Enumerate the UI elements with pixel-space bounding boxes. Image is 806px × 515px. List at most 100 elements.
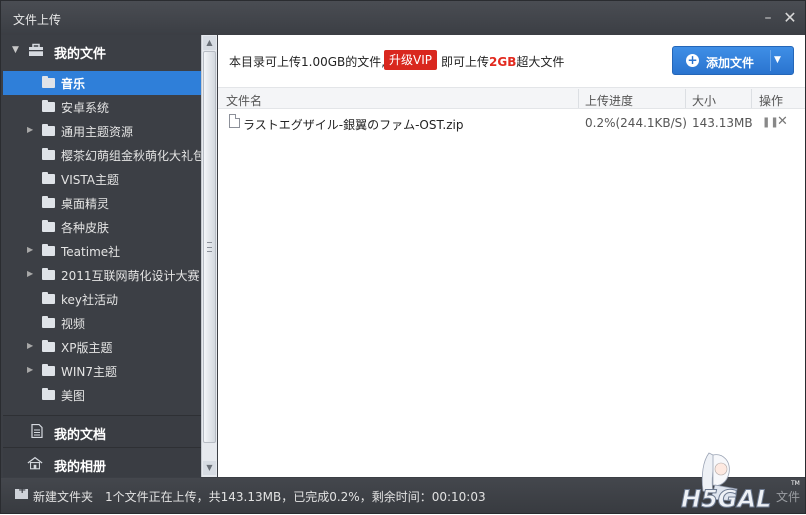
add-file-button[interactable]: + 添加文件 ▼ [672,46,794,75]
folder-icon [42,172,55,184]
folder-label: WIN7主题 [61,365,118,379]
section-my-photos-label: 我的相册 [54,460,107,475]
vip-promo-text: 即可上传2GB超大文件 [441,53,564,70]
folder-item[interactable]: 美图 [3,383,201,407]
plus-circle-icon: + [686,53,699,67]
column-filename[interactable]: 文件名 [226,92,262,109]
button-divider [770,50,771,71]
folder-label: 桌面精灵 [61,197,110,211]
new-folder-button[interactable]: 新建文件夹 [33,488,93,505]
scrollbar-thumb[interactable] [203,51,216,443]
folder-label: 安卓系统 [61,101,110,115]
section-my-docs[interactable]: 我的文档 [3,415,201,447]
sidebar-scrollbar[interactable]: ▲ ▼ [201,35,217,477]
folder-icon [42,244,55,256]
folder-item[interactable]: VISTA主题 [3,167,201,191]
column-divider[interactable] [578,89,579,108]
column-size[interactable]: 大小 [692,92,716,109]
table-header: 文件名 上传进度 大小 操作 [218,87,805,109]
svg-text:TM: TM [790,480,800,487]
folder-label: 音乐 [61,77,86,91]
expand-arrow-icon[interactable]: ▶ [27,269,33,278]
folder-icon [42,364,55,376]
expand-arrow-icon[interactable]: ▶ [27,245,33,254]
folder-item[interactable]: 桌面精灵 [3,191,201,215]
folder-icon [42,100,55,112]
cancel-upload-icon[interactable]: ✕ [777,114,788,129]
upload-status-text: 1个文件正在上传，共143.13MB，已完成0.2%，剩余时间：00:10:03 [105,490,486,504]
folder-icon [42,316,55,328]
folder-item[interactable]: 安卓系统 [3,95,201,119]
folder-icon [42,76,55,88]
section-my-docs-label: 我的文档 [54,428,107,443]
folder-item[interactable]: ▶ WIN7主题 [3,359,201,383]
folder-item[interactable]: 音乐 [3,71,201,95]
folder-item[interactable]: 樱茶幻萌组金秋萌化大礼包 [3,143,201,167]
scroll-down-arrow-icon[interactable]: ▼ [203,461,216,475]
folder-label: key社活动 [61,293,119,307]
grip-icon [207,242,212,252]
watermark-text: H5GAL [681,485,771,513]
vip-size-highlight: 2GB [489,55,517,69]
folder-icon [42,388,55,400]
folder-item[interactable]: ▶ 通用主题资源 [3,119,201,143]
collapse-caret-icon[interactable]: ▼ [12,45,19,55]
folder-label: 美图 [61,389,86,403]
upgrade-vip-button[interactable]: 升级VIP [384,50,437,70]
folder-item[interactable]: 视频 [3,311,201,335]
folder-label: 各种皮肤 [61,221,110,235]
main-pane: 本目录可上传1.00GB的文件, 升级VIP 即可上传2GB超大文件 + 添加文… [218,35,805,477]
folder-label: XP版主题 [61,341,113,355]
folder-icon [42,124,55,136]
folder-label: 樱茶幻萌组金秋萌化大礼包 [61,149,201,163]
column-progress[interactable]: 上传进度 [585,92,633,109]
folder-item[interactable]: ▶ Teatime社 [3,239,201,263]
file-size: 143.13MB [692,116,753,130]
file-icon [229,114,240,128]
close-button[interactable]: ✕ [781,9,799,27]
folder-icon [42,340,55,352]
briefcase-icon [29,43,43,56]
folder-icon [42,196,55,208]
folder-icon [42,268,55,280]
add-file-label: 添加文件 [706,56,755,70]
folder-icon [42,220,55,232]
sidebar: ▼ 我的文件 音乐安卓系统 ▶ 通用主题资源樱茶幻萌组金秋萌化大礼包 VISTA主题桌… [3,35,201,477]
scroll-up-arrow-icon[interactable]: ▲ [203,36,216,50]
vip-promo-suffix: 超大文件 [516,55,565,69]
h5gal-watermark: H5GAL TM [681,452,800,514]
minimize-button[interactable]: – [759,9,777,27]
folder-label: 通用主题资源 [61,125,134,139]
column-action: 操作 [759,94,784,108]
section-my-files[interactable]: ▼ 我的文件 [3,35,201,67]
title-bar: 文件上传 – ✕ [1,1,805,35]
folder-label: 视频 [61,317,86,331]
section-my-photos[interactable]: 我的相册 [3,447,201,477]
folder-item[interactable]: ▶ 2011互联网萌化设计大赛 [3,263,201,287]
folder-item[interactable]: ▶ XP版主题 [3,335,201,359]
table-row[interactable]: ラストエグザイル-銀翼のファム-OST.zip 0.2%(244.1KB/S) … [218,111,805,135]
dropdown-arrow-icon[interactable]: ▼ [774,55,781,65]
section-my-files-label: 我的文件 [54,47,107,62]
folder-label: VISTA主题 [61,173,119,187]
folder-item[interactable]: 各种皮肤 [3,215,201,239]
folder-tree: 音乐安卓系统 ▶ 通用主题资源樱茶幻萌组金秋萌化大礼包 VISTA主题 桌面精灵各种皮肤… [3,71,201,407]
upload-progress: 0.2%(244.1KB/S) [585,116,687,130]
house-icon [27,456,43,470]
window-title: 文件上传 [13,13,62,27]
quota-banner: 本目录可上传1.00GB的文件, 升级VIP 即可上传2GB超大文件 + 添加文… [218,35,805,87]
expand-arrow-icon[interactable]: ▶ [27,341,33,350]
expand-arrow-icon[interactable]: ▶ [27,365,33,374]
file-name: ラストエグザイル-銀翼のファム-OST.zip [243,118,464,132]
expand-arrow-icon[interactable]: ▶ [27,125,33,134]
folder-item[interactable]: key社活动 [3,287,201,311]
vip-promo-prefix: 即可上传 [441,55,490,69]
upload-window: 文件上传 – ✕ ▼ 我的文件 音乐安卓系统 ▶ 通用主题资源樱茶幻萌组金秋萌化大礼… [0,0,806,514]
new-folder-icon[interactable] [15,485,28,499]
column-divider[interactable] [685,89,686,108]
folder-icon [42,292,55,304]
folder-icon [42,148,55,160]
column-divider[interactable] [751,89,752,108]
quota-text: 本目录可上传1.00GB的文件, [229,55,386,69]
folder-label: Teatime社 [61,245,121,259]
